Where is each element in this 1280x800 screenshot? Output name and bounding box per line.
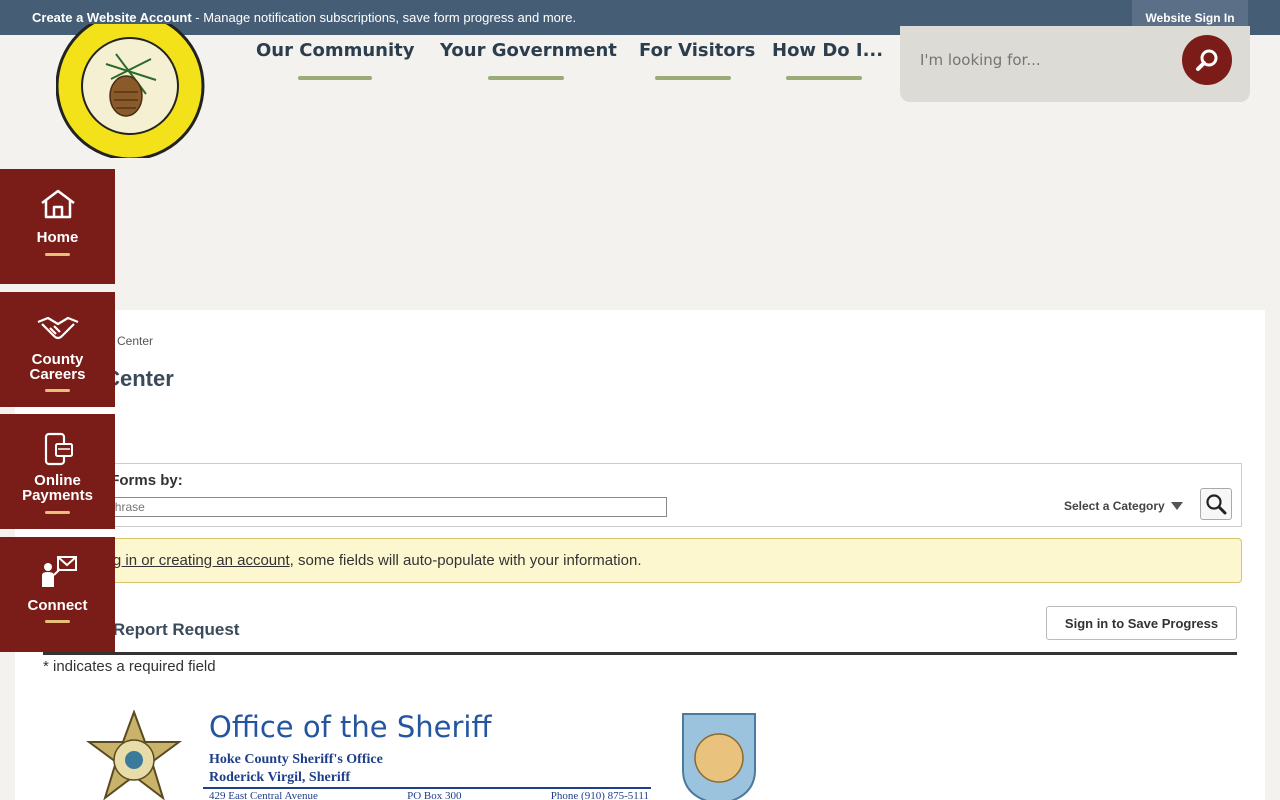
create-account-description: - Manage notification subscriptions, sav… [191,10,577,25]
sidebar-underline [45,389,70,392]
mobile-payment-icon [44,432,73,466]
sidebar-item-online-payments[interactable]: Online Payments [0,414,115,529]
create-account-label: Create a Website Account [32,10,192,25]
sidebar-underline [45,620,70,623]
home-icon [41,189,75,219]
chevron-down-icon [1170,502,1183,510]
form-search-panel: Search Forms by: Select a Category [43,463,1242,527]
category-label: Select a Category [1064,499,1165,513]
calea-accreditation-seal-icon [682,713,756,800]
sidebar-item-label-text: Online Payments [22,472,93,504]
sheriff-star-badge-icon [85,710,183,800]
form-search-input[interactable] [56,497,667,517]
nav-label: Our Community [256,40,415,61]
nav-label: For Visitors [639,40,756,61]
letterhead-rule [203,787,651,789]
site-search-input[interactable] [920,48,1180,72]
category-dropdown[interactable]: Select a Category [1064,499,1183,513]
nav-underline [298,76,372,80]
site-search [900,26,1250,102]
form-divider [43,652,1237,655]
letterhead-address-row: 429 East Central Avenue PO Box 300 Phone… [209,790,649,800]
sidebar-item-label: Connect [27,597,88,614]
nav-how-do-i[interactable]: How Do I... [772,40,884,80]
sidebar-item-label: County Careers [0,352,115,382]
letterhead-pobox: PO Box 300 [407,790,462,800]
content-card: Home › Form Center Form Center Search Fo… [15,310,1265,800]
notice-text: , some fields will auto-populate with yo… [289,552,642,569]
nav-for-visitors[interactable]: For Visitors [639,40,756,80]
sheriff-letterhead: Office of the Sheriff Hoke County Sherif… [75,710,775,800]
required-field-note: * indicates a required field [43,658,216,675]
person-mail-icon [42,556,77,587]
sidebar-underline [45,253,70,256]
search-icon [1196,49,1218,71]
save-progress-button[interactable]: Sign in to Save Progress [1046,606,1237,640]
nav-underline [786,76,862,80]
letterhead-office: Hoke County Sheriff's Office [209,752,383,767]
letterhead-address: 429 East Central Avenue [209,790,318,800]
letterhead-sheriff: Roderick Virgil, Sheriff [209,770,351,785]
sidebar-item-label: Online Payments [0,473,115,503]
county-seal-logo[interactable] [55,11,206,161]
sidebar-item-label-text: County Careers [29,351,86,383]
sidebar-item-label: Home [36,229,79,246]
sidebar-item-county-careers[interactable]: County Careers [0,292,115,407]
nav-label: Your Government [440,40,617,61]
nav-your-government[interactable]: Your Government [440,40,617,80]
search-icon [1206,494,1227,515]
sidebar-item-home[interactable]: Home [0,169,115,284]
autopopulate-notice: By signing in or creating an account, so… [39,538,1242,583]
nav-label: How Do I... [772,40,884,61]
form-search-button[interactable] [1200,488,1232,520]
site-search-button[interactable] [1182,35,1232,85]
nav-underline [488,76,564,80]
create-account-link[interactable]: Create a Website Account - Manage notifi… [32,10,576,25]
letterhead-title: Office of the Sheriff [209,710,492,744]
handshake-icon [37,316,79,340]
nav-our-community[interactable]: Our Community [256,40,415,80]
nav-underline [655,76,731,80]
sidebar-item-connect[interactable]: Connect [0,537,115,652]
sidebar-underline [45,511,70,514]
letterhead-phone: Phone (910) 875-5111 [550,790,649,800]
